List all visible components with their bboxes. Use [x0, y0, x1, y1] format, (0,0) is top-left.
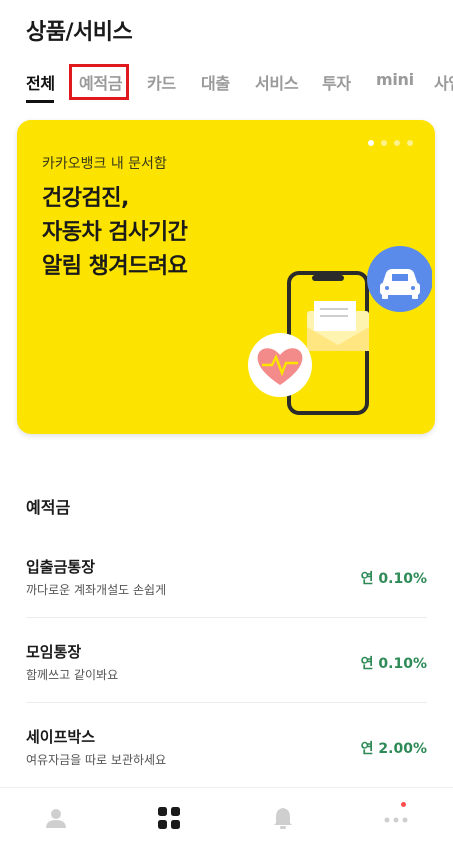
more-icon [384, 817, 408, 823]
page-dot [407, 140, 413, 146]
tab-services[interactable]: 서비스 [255, 70, 299, 94]
promo-banner[interactable]: 카카오뱅크 내 문서함 건강검진, 자동차 검사기간 알림 챙겨드려요 [17, 120, 435, 434]
banner-illustration [248, 246, 432, 415]
highlight-box [69, 64, 129, 100]
banner-headline-line: 알림 챙겨드려요 [42, 254, 188, 279]
car-icon [367, 246, 432, 312]
product-description: 여유자금을 따로 보관하세요 [26, 753, 167, 767]
product-description: 까다로운 계좌개설도 손쉽게 [26, 583, 167, 597]
envelope-icon [307, 301, 369, 351]
nav-more-button[interactable] [382, 802, 410, 832]
section-title: 예적금 [26, 498, 71, 517]
product-name: 입출금통장 [26, 558, 96, 576]
tab-invest[interactable]: 투자 [322, 70, 351, 94]
product-name: 세이프박스 [26, 728, 96, 746]
interest-rate: 연 0.10% [360, 656, 427, 672]
heart-icon [248, 333, 312, 397]
page-dot [381, 140, 387, 146]
notification-badge [401, 802, 406, 807]
banner-headline-line: 자동차 검사기간 [42, 220, 188, 245]
tab-business[interactable]: 사업 [434, 70, 453, 94]
product-name: 모임통장 [26, 643, 82, 661]
page-dot [394, 140, 400, 146]
page: 상품/서비스 전체 예적금 카드 대출 서비스 투자 mini 사업 카카오뱅크… [0, 0, 453, 841]
tab-all[interactable]: 전체 [26, 70, 55, 94]
tab-loans[interactable]: 대출 [201, 70, 230, 94]
tab-mini[interactable]: mini [376, 70, 414, 89]
banner-pagination [368, 140, 413, 146]
bottom-navigation [0, 787, 453, 841]
divider [26, 617, 427, 618]
product-item[interactable]: 모임통장 함께쓰고 같이봐요 연 0.10% [26, 641, 427, 725]
page-title: 상품/서비스 [26, 20, 133, 45]
page-dot [368, 140, 374, 146]
active-tab-indicator [26, 100, 54, 103]
interest-rate: 연 2.00% [360, 741, 427, 757]
banner-headline-line: 건강검진, [42, 186, 129, 211]
category-tabs: 전체 예적금 카드 대출 서비스 투자 mini 사업 [0, 62, 453, 106]
tab-cards[interactable]: 카드 [147, 70, 176, 94]
nav-products-button[interactable] [155, 804, 183, 832]
interest-rate: 연 0.10% [360, 571, 427, 587]
nav-notifications-button[interactable] [269, 804, 297, 832]
bell-icon [274, 808, 292, 829]
person-icon [46, 809, 66, 828]
product-item[interactable]: 입출금통장 까다로운 계좌개설도 손쉽게 연 0.10% [26, 556, 427, 640]
banner-subtitle: 카카오뱅크 내 문서함 [42, 156, 167, 172]
grid-icon [158, 807, 180, 829]
banner-headline: 건강검진, 자동차 검사기간 알림 챙겨드려요 [42, 182, 188, 284]
nav-profile-button[interactable] [42, 804, 70, 832]
product-description: 함께쓰고 같이봐요 [26, 668, 119, 682]
divider [26, 702, 427, 703]
